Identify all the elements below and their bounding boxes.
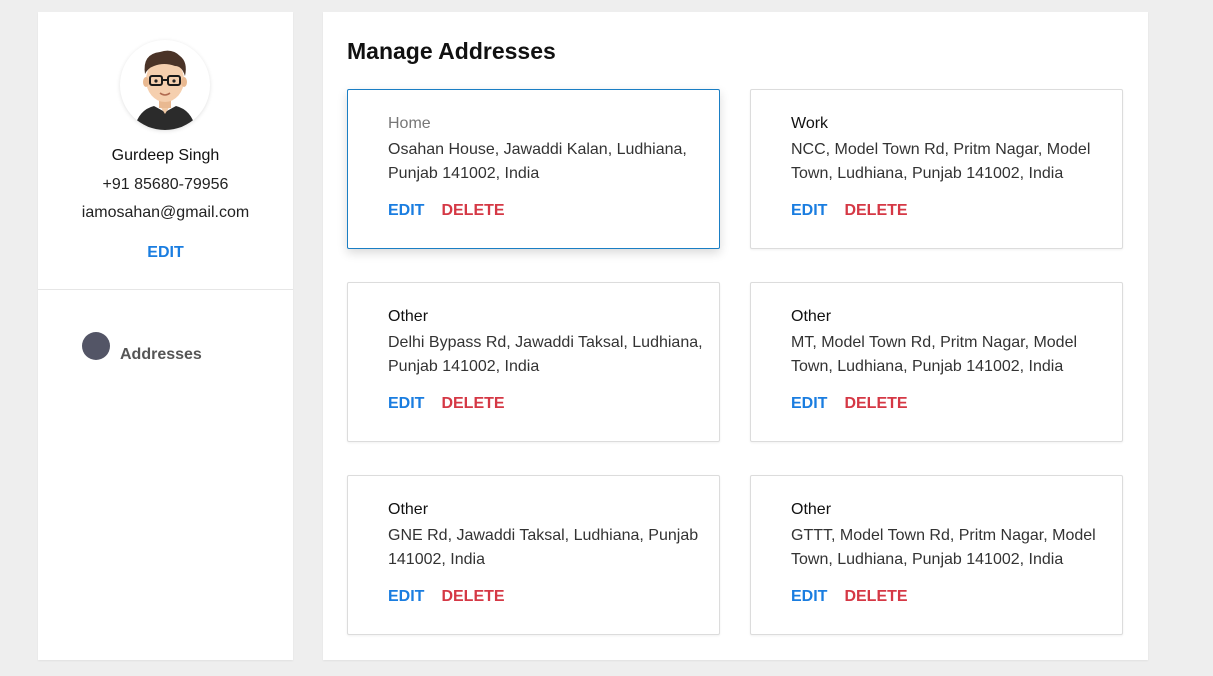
address-text: Delhi Bypass Rd, Jawaddi Taksal, Ludhian… (388, 334, 703, 375)
delete-address-button[interactable]: DELETE (441, 588, 504, 606)
profile-name: Gurdeep Singh (111, 147, 220, 164)
address-card[interactable]: Other GNE Rd, Jawaddi Taksal, Ludhiana, … (347, 475, 720, 635)
profile-sidebar: Gurdeep Singh +91 85680-79956 iamosahan@… (38, 12, 293, 660)
edit-address-button[interactable]: EDIT (388, 588, 424, 606)
avatar (120, 40, 210, 130)
edit-address-button[interactable]: EDIT (388, 395, 424, 413)
address-card[interactable]: Other MT, Model Town Rd, Pritm Nagar, Mo… (750, 282, 1123, 442)
edit-address-button[interactable]: EDIT (791, 588, 827, 606)
address-actions: EDIT DELETE (791, 395, 908, 413)
profile-phone: +91 85680-79956 (102, 176, 229, 193)
address-actions: EDIT DELETE (791, 202, 908, 220)
page-title: Manage Addresses (347, 38, 556, 64)
address-text: NCC, Model Town Rd, Pritm Nagar, Model T… (791, 141, 1091, 182)
sidebar-item-label: Addresses (120, 346, 202, 363)
address-type: Other (791, 501, 832, 518)
address-actions: EDIT DELETE (791, 588, 908, 606)
main-panel: Manage Addresses Home Osahan House, Jawa… (323, 12, 1148, 660)
address-card[interactable]: Other Delhi Bypass Rd, Jawaddi Taksal, L… (347, 282, 720, 442)
address-card[interactable]: Home Osahan House, Jawaddi Kalan, Ludhia… (347, 89, 720, 249)
address-type: Other (388, 501, 429, 518)
address-card[interactable]: Work NCC, Model Town Rd, Pritm Nagar, Mo… (750, 89, 1123, 249)
address-actions: EDIT DELETE (388, 202, 505, 220)
address-actions: EDIT DELETE (388, 588, 505, 606)
sidebar-item-addresses[interactable]: Addresses (82, 332, 202, 364)
address-card[interactable]: Other GTTT, Model Town Rd, Pritm Nagar, … (750, 475, 1123, 635)
address-actions: EDIT DELETE (388, 395, 505, 413)
profile-section: Gurdeep Singh +91 85680-79956 iamosahan@… (38, 12, 293, 290)
address-text: GTTT, Model Town Rd, Pritm Nagar, Model … (791, 527, 1096, 568)
edit-address-button[interactable]: EDIT (791, 202, 827, 220)
address-type: Other (791, 308, 832, 325)
delete-address-button[interactable]: DELETE (844, 588, 907, 606)
edit-address-button[interactable]: EDIT (388, 202, 424, 220)
address-type: Other (388, 308, 429, 325)
delete-address-button[interactable]: DELETE (441, 395, 504, 413)
address-type: Home (388, 115, 431, 132)
delete-address-button[interactable]: DELETE (441, 202, 504, 220)
address-text: Osahan House, Jawaddi Kalan, Ludhiana, P… (388, 141, 687, 182)
user-avatar-icon (134, 50, 196, 130)
delete-address-button[interactable]: DELETE (844, 395, 907, 413)
address-type: Work (791, 115, 829, 132)
edit-profile-button[interactable]: EDIT (38, 244, 293, 262)
profile-email: iamosahan@gmail.com (81, 204, 250, 221)
delete-address-button[interactable]: DELETE (844, 202, 907, 220)
addresses-icon (82, 332, 110, 360)
edit-address-button[interactable]: EDIT (791, 395, 827, 413)
address-text: GNE Rd, Jawaddi Taksal, Ludhiana, Punjab… (388, 527, 699, 568)
address-text: MT, Model Town Rd, Pritm Nagar, Model To… (791, 334, 1078, 375)
